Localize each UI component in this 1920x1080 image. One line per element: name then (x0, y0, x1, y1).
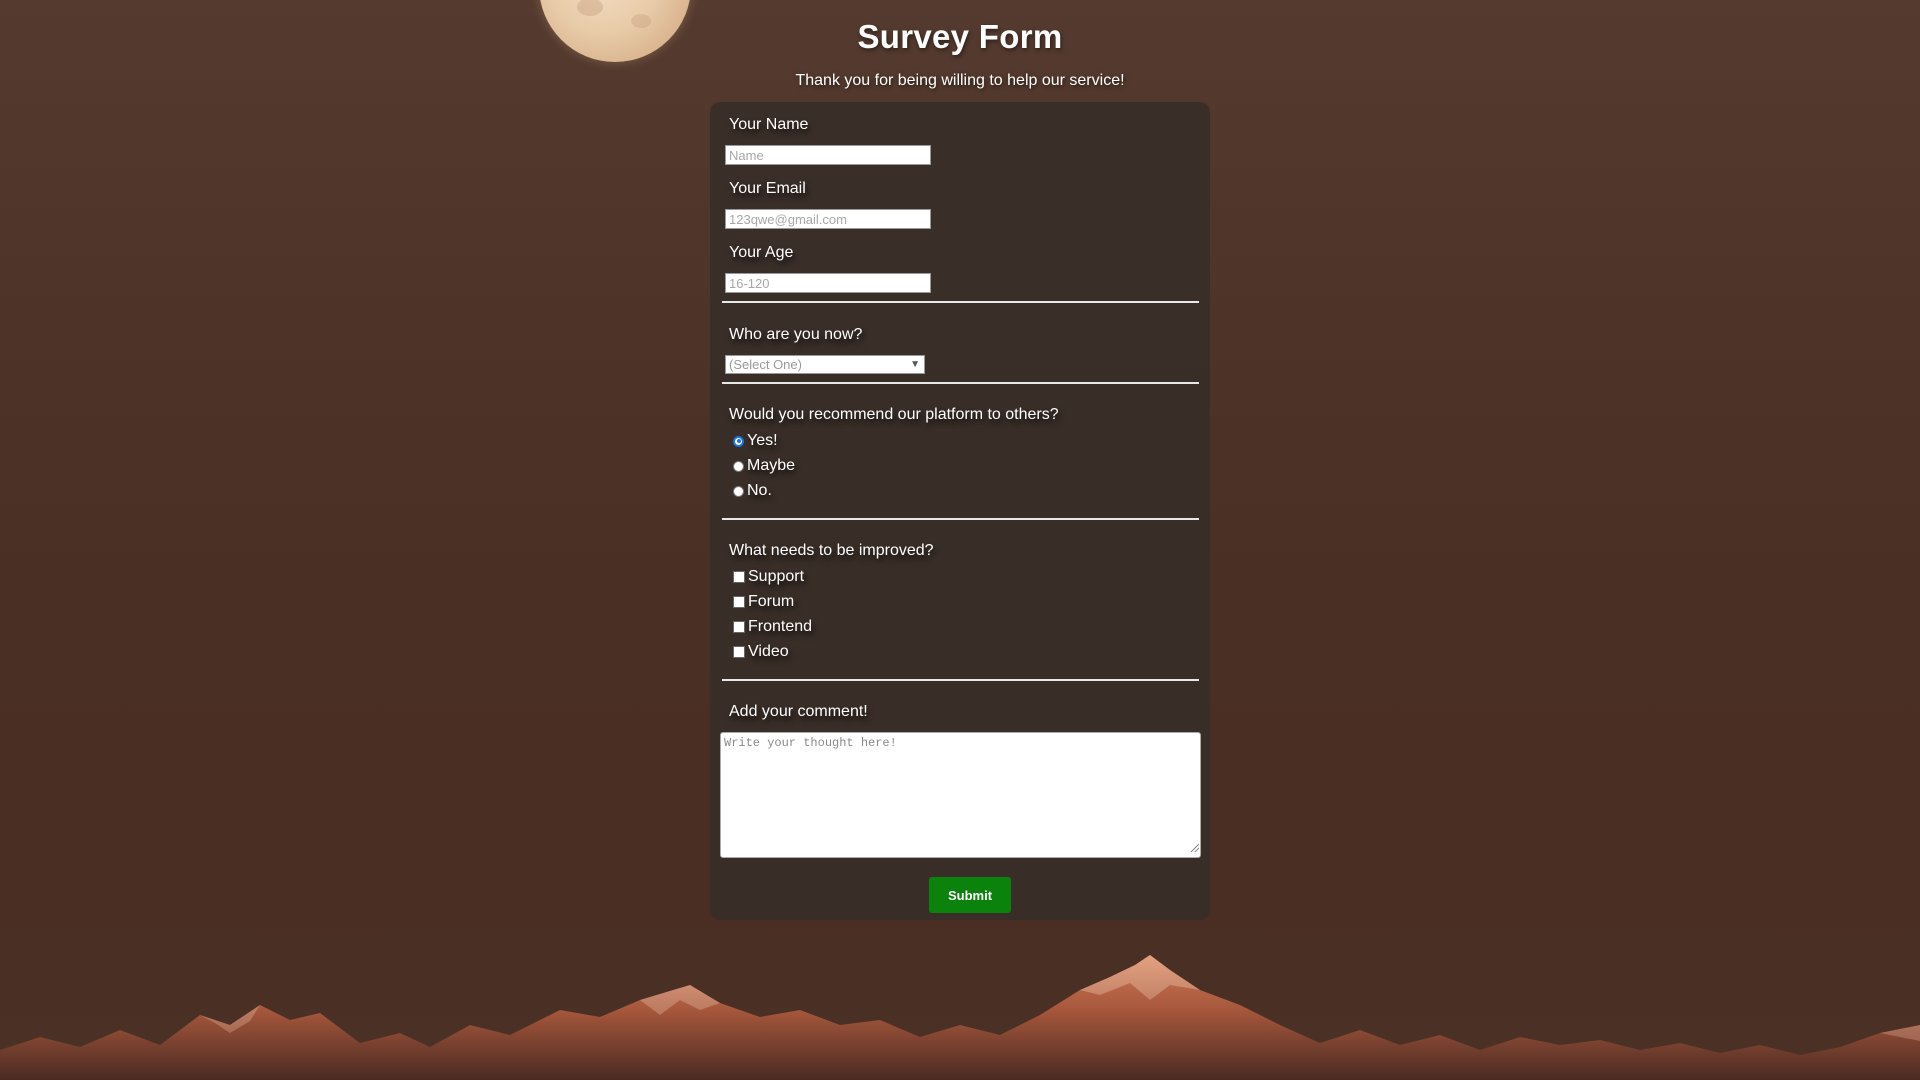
recommend-option-yes[interactable]: Yes! (733, 431, 778, 451)
checkbox[interactable] (733, 571, 745, 583)
recommend-option-no[interactable]: No. (733, 481, 772, 501)
improve-option-video[interactable]: Video (733, 642, 789, 662)
recommend-label: Would you recommend our platform to othe… (729, 406, 1059, 423)
improve-option-support[interactable]: Support (733, 567, 804, 587)
mountain-range-image (0, 955, 1920, 1080)
chevron-down-icon: ▼ (910, 359, 920, 370)
improve-option-frontend[interactable]: Frontend (733, 617, 812, 637)
radio-label: Yes! (747, 432, 778, 449)
checkbox-label: Video (748, 643, 789, 660)
role-select-value: (Select One) (729, 357, 802, 372)
age-input[interactable] (725, 273, 931, 293)
recommend-option-maybe[interactable]: Maybe (733, 456, 795, 476)
name-label: Your Name (729, 116, 809, 133)
name-input[interactable] (725, 145, 931, 165)
radio-button[interactable] (733, 460, 744, 472)
checkbox-label: Frontend (748, 618, 813, 635)
survey-form: Your Name Your Email Your Age Who are yo… (710, 102, 1210, 920)
checkbox[interactable] (733, 621, 745, 633)
submit-button[interactable]: Submit (929, 877, 1011, 913)
checkbox[interactable] (733, 646, 745, 658)
section-divider (722, 679, 1199, 681)
section-divider (722, 518, 1199, 520)
radio-button[interactable] (733, 485, 744, 497)
section-divider (722, 382, 1199, 384)
age-label: Your Age (729, 244, 794, 261)
email-label: Your Email (729, 180, 806, 197)
checkbox[interactable] (733, 596, 745, 608)
role-label: Who are you now? (729, 326, 863, 343)
radio-label: No. (747, 482, 772, 499)
section-divider (722, 301, 1199, 303)
page-subtitle: Thank you for being willing to help our … (795, 72, 1125, 89)
improve-label: What needs to be improved? (729, 542, 934, 559)
comment-label: Add your comment! (729, 703, 868, 720)
resize-grip-icon[interactable] (1191, 844, 1199, 852)
comment-textarea[interactable] (720, 732, 1201, 858)
improve-option-forum[interactable]: Forum (733, 592, 794, 612)
checkbox-label: Forum (748, 593, 795, 610)
checkbox-label: Support (748, 568, 805, 585)
page-title: Survey Form (857, 18, 1063, 55)
email-input[interactable] (725, 209, 931, 229)
radio-button-checked[interactable] (733, 435, 744, 447)
radio-label: Maybe (747, 457, 796, 474)
role-select[interactable]: (Select One) ▼ (725, 355, 925, 374)
